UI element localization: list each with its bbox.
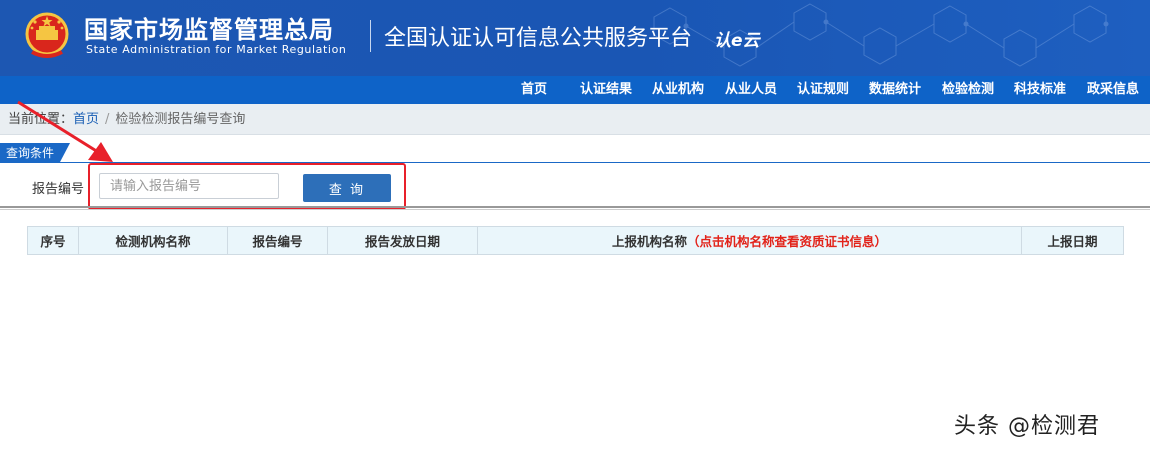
nav-item-inspection[interactable]: 检验检测 — [942, 76, 994, 104]
nav-item-procurement[interactable]: 政采信息 — [1087, 76, 1139, 104]
reporting-org-label: 上报机构名称 — [611, 234, 687, 249]
breadcrumb: 当前位置：首页 / 检验检测报告编号查询 — [0, 104, 1150, 135]
breadcrumb-separator: / — [105, 112, 110, 127]
column-header-lab-name: 检测机构名称 — [78, 226, 228, 255]
hex-pattern-decoration — [653, 3, 1109, 67]
site-header: 国家市场监督管理总局 State Administration for Mark… — [0, 0, 1150, 76]
nav-item-institutions[interactable]: 从业机构 — [652, 76, 704, 104]
breadcrumb-current: 检验检测报告编号查询 — [115, 112, 246, 127]
nav-item-home[interactable]: 首页 — [521, 76, 547, 104]
org-name-en: State Administration for Market Regulati… — [86, 43, 347, 56]
nav-item-cert-rules[interactable]: 认证规则 — [797, 76, 849, 104]
column-header-report-date: 上报日期 — [1021, 226, 1124, 255]
nav-item-cert-results[interactable]: 认证结果 — [580, 76, 632, 104]
column-header-issue-date: 报告发放日期 — [327, 226, 478, 255]
nav-item-statistics[interactable]: 数据统计 — [869, 76, 921, 104]
platform-title: 全国认证认可信息公共服务平台 — [384, 26, 693, 51]
annotation-highlight-box — [88, 163, 406, 210]
nav-item-tech-standards[interactable]: 科技标准 — [1014, 76, 1066, 104]
watermark-text: 头条 @检测君 — [954, 414, 1100, 439]
table-header-row: 序号 检测机构名称 报告编号 报告发放日期 上报机构名称（点击机构名称查看资质证… — [27, 226, 1124, 255]
reporting-org-note: （点击机构名称查看资质证书信息） — [687, 234, 888, 249]
query-section-title: 查询条件 — [0, 143, 70, 162]
report-number-label: 报告编号 — [32, 182, 85, 197]
column-header-index: 序号 — [27, 226, 79, 255]
main-nav: 首页 认证结果 从业机构 从业人员 认证规则 数据统计 检验检测 科技标准 政采… — [0, 76, 1150, 104]
breadcrumb-prefix: 当前位置： — [8, 112, 74, 127]
national-emblem-icon — [25, 12, 69, 58]
breadcrumb-home-link[interactable]: 首页 — [73, 112, 99, 127]
panel-divider-light — [0, 209, 1150, 210]
column-header-report-number: 报告编号 — [227, 226, 328, 255]
results-table: 序号 检测机构名称 报告编号 报告发放日期 上报机构名称（点击机构名称查看资质证… — [27, 226, 1124, 255]
title-divider — [370, 20, 371, 52]
panel-divider — [0, 206, 1150, 208]
brand-logo: 认e云 — [714, 31, 760, 51]
column-header-reporting-org: 上报机构名称（点击机构名称查看资质证书信息） — [477, 226, 1022, 255]
org-name-cn: 国家市场监督管理总局 — [84, 16, 334, 44]
nav-item-practitioners[interactable]: 从业人员 — [725, 76, 777, 104]
